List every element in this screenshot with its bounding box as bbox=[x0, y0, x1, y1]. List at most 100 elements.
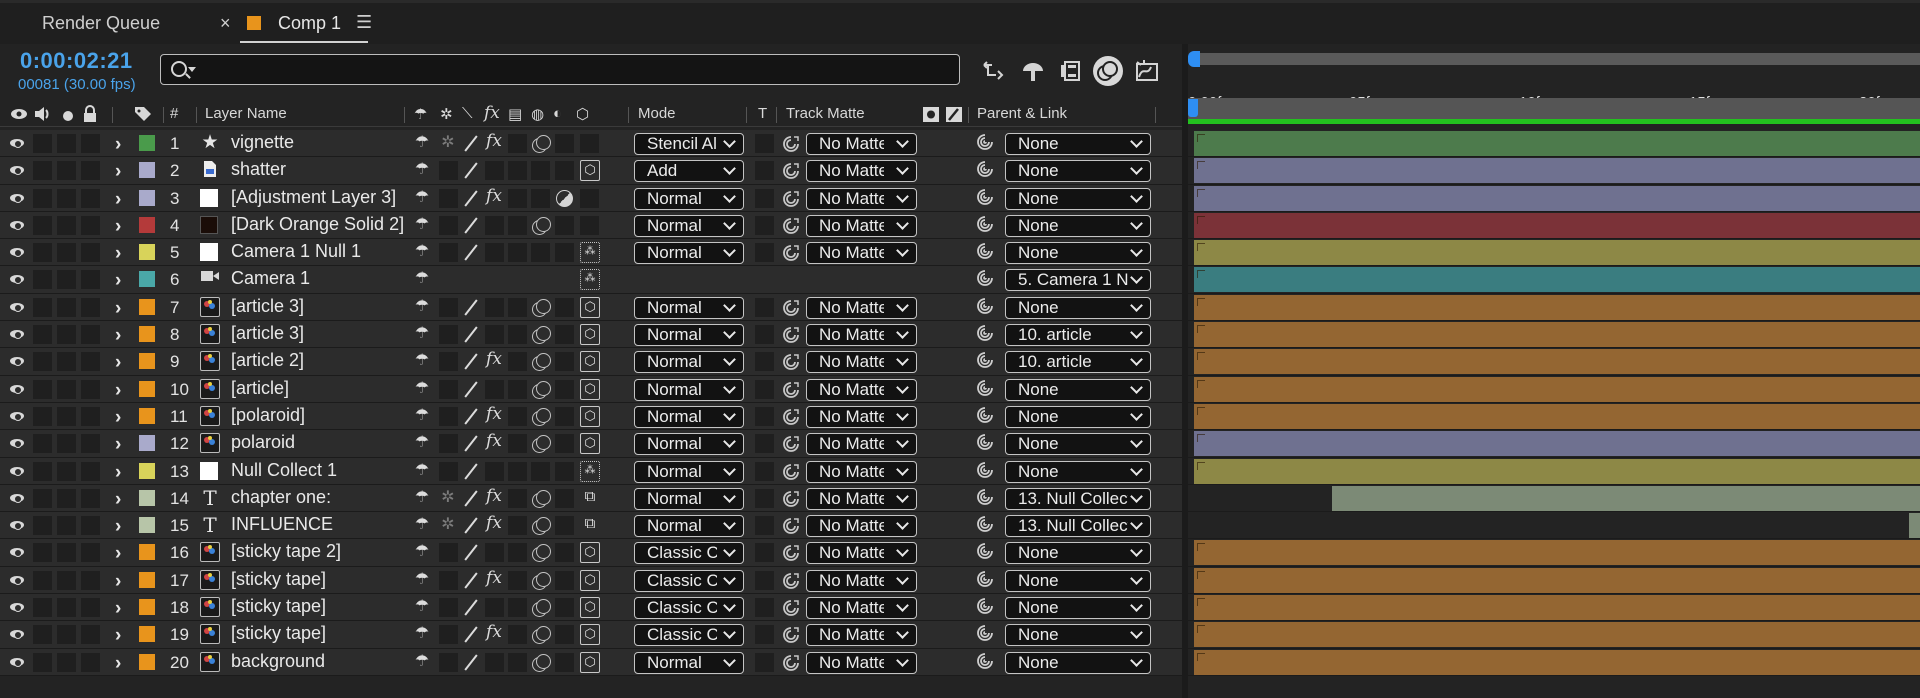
effects-switch[interactable] bbox=[485, 652, 504, 672]
layer-name[interactable]: [Adjustment Layer 3] bbox=[231, 187, 396, 208]
solo-toggle[interactable] bbox=[57, 516, 76, 536]
parent-pickwhip-icon[interactable] bbox=[976, 160, 994, 183]
quality-switch-icon[interactable] bbox=[461, 325, 481, 343]
3d-layer-cube-icon[interactable]: ⬡ bbox=[580, 542, 600, 564]
track-matte-dropdown[interactable]: No Matte bbox=[806, 242, 917, 265]
preserve-transparency-toggle[interactable] bbox=[755, 243, 774, 263]
adjustment-layer-switch[interactable] bbox=[555, 652, 574, 672]
effects-switch[interactable] bbox=[485, 325, 504, 345]
layer-name[interactable]: polaroid bbox=[231, 432, 295, 453]
track-matte-dropdown[interactable]: No Matte bbox=[806, 296, 917, 319]
frame-blend-switch[interactable] bbox=[508, 161, 527, 181]
motion-blur-switch-icon[interactable] bbox=[531, 325, 551, 345]
preserve-transparency-toggle[interactable] bbox=[755, 598, 774, 618]
label-column-tag-icon[interactable] bbox=[133, 105, 153, 127]
layer-duration-bar[interactable] bbox=[1194, 567, 1920, 593]
3d-null-icon[interactable]: ⁂ bbox=[580, 460, 600, 482]
visibility-eye-icon[interactable] bbox=[10, 273, 26, 285]
parent-link-dropdown[interactable]: None bbox=[1005, 242, 1151, 265]
layer-row[interactable]: › 8 [article 3] ☂ ⬡ Normal No Matte 10. artic… bbox=[0, 321, 1182, 349]
preserve-transparency-toggle[interactable] bbox=[755, 570, 774, 590]
track-matte-pickwhip-icon[interactable] bbox=[781, 653, 801, 673]
collapse-switch-header-icon[interactable]: ✲ bbox=[440, 105, 453, 123]
visibility-eye-icon[interactable] bbox=[10, 492, 26, 504]
column-header-track-matte[interactable]: Track Matte bbox=[786, 105, 865, 122]
parent-link-dropdown[interactable]: None bbox=[1005, 651, 1151, 674]
audio-toggle[interactable] bbox=[33, 461, 52, 481]
frame-blend-switch[interactable] bbox=[508, 188, 527, 208]
3d-layer-switch[interactable] bbox=[580, 215, 599, 235]
visibility-eye-icon[interactable] bbox=[10, 574, 26, 586]
adjustment-layer-switch[interactable] bbox=[555, 352, 574, 372]
comp-duration-bar[interactable] bbox=[1188, 98, 1920, 120]
parent-link-dropdown[interactable]: None bbox=[1005, 187, 1151, 210]
parent-link-dropdown[interactable]: None bbox=[1005, 460, 1151, 483]
blend-mode-dropdown[interactable]: Classic Color Burn bbox=[634, 542, 744, 565]
visibility-eye-icon[interactable] bbox=[10, 192, 26, 204]
tab-comp-1[interactable]: Comp 1 bbox=[278, 13, 341, 34]
frame-blend-switch[interactable] bbox=[508, 543, 527, 563]
frame-blending-icon[interactable] bbox=[1056, 56, 1086, 86]
blend-mode-dropdown[interactable]: Normal bbox=[634, 351, 744, 374]
expand-chevron-icon[interactable]: › bbox=[115, 134, 121, 156]
track-matte-dropdown[interactable]: No Matte bbox=[806, 324, 917, 347]
parent-pickwhip-icon[interactable] bbox=[976, 379, 994, 402]
audio-toggle[interactable] bbox=[33, 270, 52, 290]
collapse-switch[interactable] bbox=[439, 215, 458, 235]
adjustment-layer-switch-icon[interactable] bbox=[556, 189, 573, 207]
parent-link-dropdown[interactable]: None bbox=[1005, 160, 1151, 183]
solo-toggle[interactable] bbox=[57, 352, 76, 372]
visibility-eye-icon[interactable] bbox=[10, 519, 26, 531]
effects-switch[interactable] bbox=[485, 543, 504, 563]
track-matte-pickwhip-icon[interactable] bbox=[781, 434, 801, 454]
visibility-eye-icon[interactable] bbox=[10, 219, 26, 231]
layer-row[interactable]: › 13 Null Collect 1 ☂ ⁂ Normal No Matte None bbox=[0, 457, 1182, 485]
blend-mode-dropdown[interactable]: Normal bbox=[634, 296, 744, 319]
visibility-eye-icon[interactable] bbox=[10, 246, 26, 258]
shy-layers-icon[interactable] bbox=[1018, 56, 1048, 86]
quality-switch-icon[interactable] bbox=[461, 298, 481, 316]
preserve-transparency-toggle[interactable] bbox=[755, 461, 774, 481]
layer-duration-bar[interactable] bbox=[1194, 267, 1920, 293]
adjustment-layer-switch[interactable] bbox=[555, 161, 574, 181]
parent-link-dropdown[interactable]: None bbox=[1005, 378, 1151, 401]
column-header-number[interactable]: # bbox=[170, 105, 178, 122]
track-matte-pickwhip-icon[interactable] bbox=[781, 298, 801, 318]
parent-pickwhip-icon[interactable] bbox=[976, 433, 994, 456]
track-matte-pickwhip-icon[interactable] bbox=[781, 216, 801, 236]
solo-toggle[interactable] bbox=[57, 625, 76, 645]
audio-toggle[interactable] bbox=[33, 243, 52, 263]
layer-row[interactable]: › 14 Tchapter one: ☂ ✲ fx ⧉ Normal No Matte 13.… bbox=[0, 484, 1182, 513]
audio-toggle[interactable] bbox=[33, 543, 52, 563]
lock-toggle[interactable] bbox=[81, 215, 100, 235]
audio-toggle[interactable] bbox=[33, 516, 52, 536]
audio-toggle[interactable] bbox=[33, 352, 52, 372]
label-color-swatch[interactable] bbox=[139, 544, 155, 561]
collapse-switch[interactable] bbox=[439, 543, 458, 563]
layer-name[interactable]: [sticky tape] bbox=[231, 569, 326, 590]
expand-chevron-icon[interactable]: › bbox=[115, 298, 121, 320]
solo-toggle[interactable] bbox=[57, 543, 76, 563]
visibility-eye-icon[interactable] bbox=[10, 355, 26, 367]
layer-duration-bar[interactable] bbox=[1909, 513, 1920, 539]
effects-switch[interactable] bbox=[485, 215, 504, 235]
expand-chevron-icon[interactable]: › bbox=[115, 571, 121, 593]
motion-blur-switch-icon[interactable] bbox=[531, 571, 551, 590]
audio-toggle[interactable] bbox=[33, 379, 52, 399]
blend-mode-dropdown[interactable]: Classic Color Burn bbox=[634, 597, 744, 620]
blend-mode-dropdown[interactable]: Stencil Alpha bbox=[634, 133, 744, 155]
shy-switch-icon[interactable]: ☂ bbox=[412, 350, 432, 370]
preserve-transparency-toggle[interactable] bbox=[755, 379, 774, 399]
layer-name[interactable]: [sticky tape 2] bbox=[231, 541, 341, 562]
layer-name[interactable]: [article] bbox=[231, 378, 289, 399]
layer-name[interactable]: [sticky tape] bbox=[231, 596, 326, 617]
lock-toggle[interactable] bbox=[81, 543, 100, 563]
comp-flowchart-icon[interactable] bbox=[980, 56, 1010, 86]
track-matte-pickwhip-icon[interactable] bbox=[781, 243, 801, 263]
layer-name[interactable]: [polaroid] bbox=[231, 405, 305, 426]
collapse-switch[interactable] bbox=[439, 297, 458, 317]
expand-chevron-icon[interactable]: › bbox=[115, 352, 121, 374]
adjustment-layer-switch[interactable] bbox=[555, 570, 574, 590]
layer-row[interactable]: › 9 [article 2] ☂ fx ⬡ Normal No Matte 10. art… bbox=[0, 348, 1182, 376]
parent-pickwhip-icon[interactable] bbox=[976, 652, 994, 675]
